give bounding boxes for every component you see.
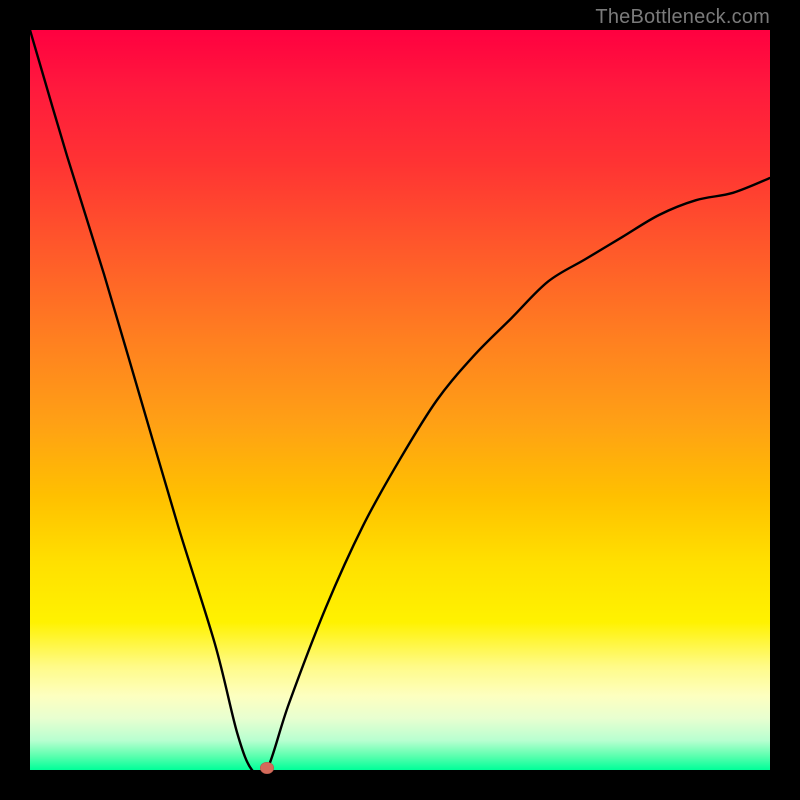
bottleneck-curve	[30, 30, 770, 770]
optimum-marker	[260, 762, 274, 774]
attribution-text: TheBottleneck.com	[595, 6, 770, 29]
plot-area	[30, 30, 770, 770]
chart-frame: TheBottleneck.com	[0, 0, 800, 800]
curve-svg	[30, 30, 770, 770]
